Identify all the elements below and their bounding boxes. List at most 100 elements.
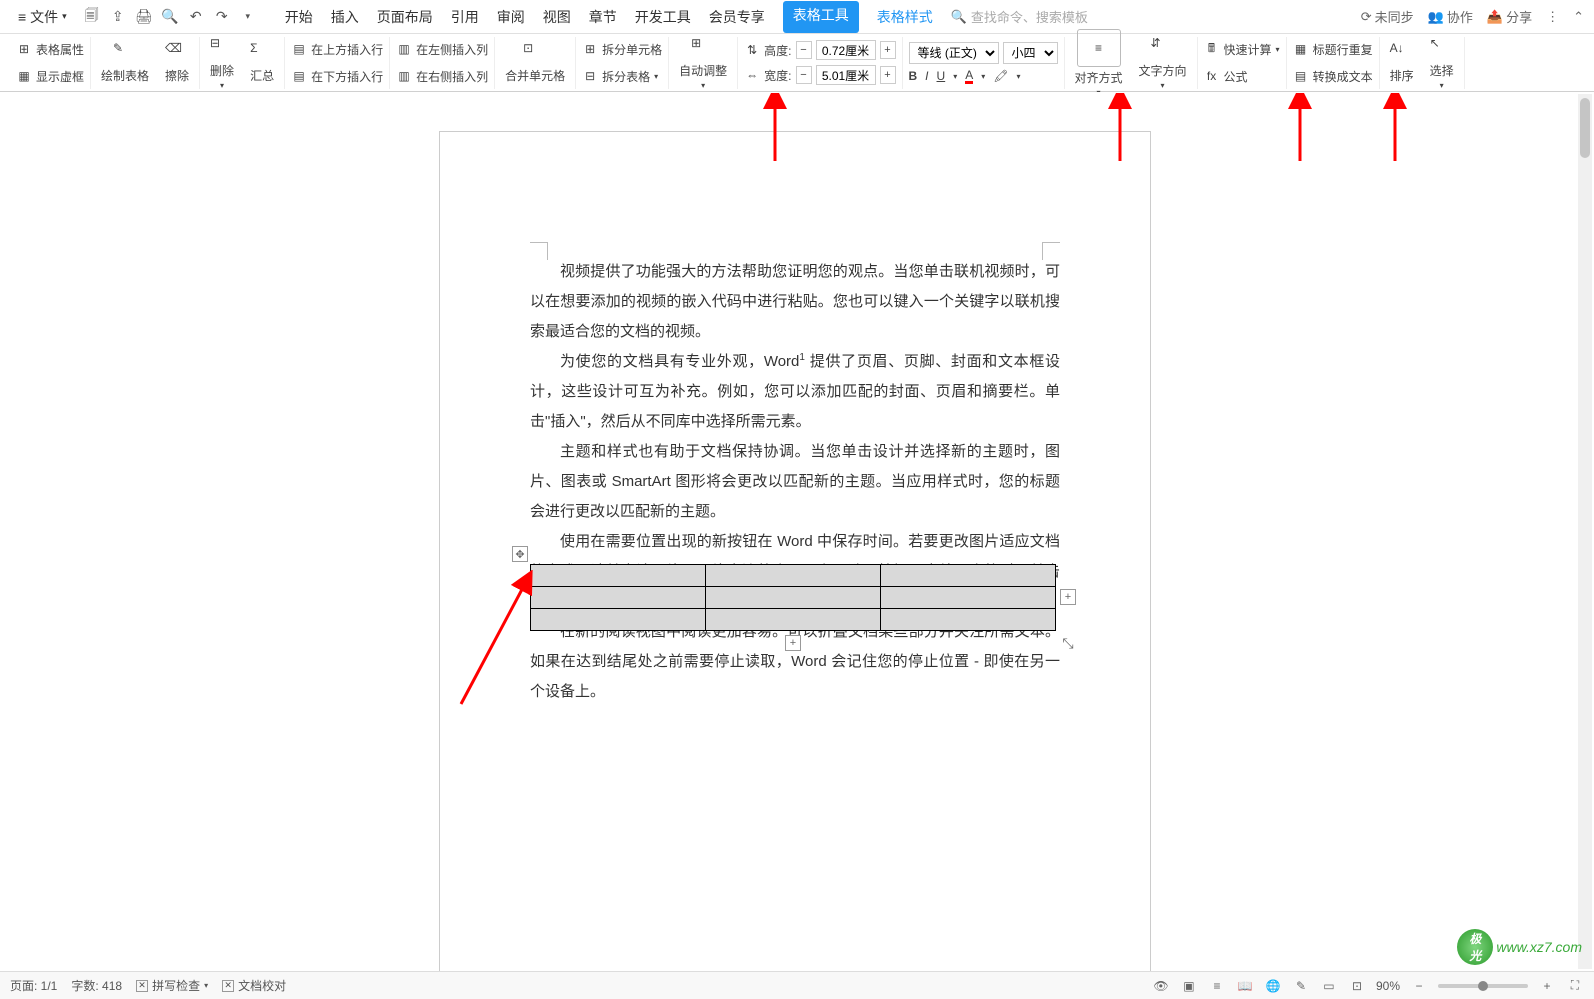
- table-resize-handle[interactable]: ⤡: [1060, 635, 1076, 651]
- search-input[interactable]: 🔍 查找命令、搜索模板: [951, 7, 1088, 26]
- file-menu[interactable]: ≡ 文件 ▾: [10, 7, 75, 27]
- zoom-thumb[interactable]: [1478, 981, 1488, 991]
- zoom-value[interactable]: 90%: [1376, 979, 1400, 993]
- print-icon[interactable]: 🖨: [135, 8, 153, 26]
- tab-section[interactable]: 章节: [589, 1, 617, 33]
- tab-reference[interactable]: 引用: [451, 1, 479, 33]
- share-button[interactable]: 📤 分享: [1487, 7, 1532, 26]
- width-input[interactable]: [816, 65, 876, 85]
- col-right-icon: ▥: [396, 68, 412, 84]
- chevron-down-icon[interactable]: ▾: [239, 8, 257, 26]
- font-size-select[interactable]: 小四: [1003, 42, 1058, 64]
- tab-start[interactable]: 开始: [285, 1, 313, 33]
- collab-button[interactable]: 👥 协作: [1428, 7, 1473, 26]
- insert-col-right-button[interactable]: ▥在右侧插入列: [396, 65, 488, 87]
- insert-row-below-button[interactable]: ▤在下方插入行: [291, 65, 383, 87]
- split-cell-button[interactable]: ⊞拆分单元格: [582, 38, 662, 60]
- table-move-handle[interactable]: ✥: [512, 546, 528, 562]
- collapse-icon[interactable]: ⌃: [1573, 9, 1584, 25]
- tab-insert[interactable]: 插入: [331, 1, 359, 33]
- show-border-button[interactable]: ▦显示虚框: [16, 65, 84, 87]
- export-icon[interactable]: ⇪: [109, 8, 127, 26]
- fullscreen-icon[interactable]: ⛶: [1566, 977, 1584, 995]
- proofread-toggle[interactable]: ✕文档校对: [222, 977, 286, 994]
- height-minus-button[interactable]: −: [796, 41, 812, 59]
- table-row[interactable]: [531, 609, 1056, 631]
- height-input[interactable]: [816, 40, 876, 60]
- view-web-icon[interactable]: 🌐: [1264, 977, 1282, 995]
- summary-button[interactable]: Σ汇总: [246, 41, 278, 84]
- table-add-row-handle[interactable]: +: [785, 635, 801, 651]
- formula-button[interactable]: fx公式: [1204, 65, 1280, 87]
- menu-icon: ≡: [18, 9, 26, 25]
- eye-icon[interactable]: 👁: [1152, 977, 1170, 995]
- vertical-scrollbar[interactable]: [1578, 94, 1592, 969]
- undo-icon[interactable]: ↶: [187, 8, 205, 26]
- save-icon[interactable]: 🗐: [83, 8, 101, 26]
- height-plus-button[interactable]: +: [880, 41, 896, 59]
- redo-icon[interactable]: ↷: [213, 8, 231, 26]
- table-add-col-handle[interactable]: +: [1060, 589, 1076, 605]
- view-read-icon[interactable]: 📖: [1236, 977, 1254, 995]
- tab-layout[interactable]: 页面布局: [377, 1, 433, 33]
- tool-icon[interactable]: ✎: [1292, 977, 1310, 995]
- underline-button[interactable]: U: [937, 69, 946, 83]
- view-page-icon[interactable]: ▣: [1180, 977, 1198, 995]
- tab-table-tools[interactable]: 表格工具: [783, 1, 859, 33]
- eraser-button[interactable]: ⌫擦除: [161, 41, 193, 84]
- select-button[interactable]: ↖选择▾: [1426, 36, 1458, 90]
- font-color-button[interactable]: A: [965, 69, 973, 84]
- fit-icon[interactable]: ▭: [1320, 977, 1338, 995]
- document-table[interactable]: [530, 564, 1056, 631]
- quick-calc-button[interactable]: 🖩快速计算▾: [1204, 38, 1280, 60]
- insert-row-above-button[interactable]: ▤在上方插入行: [291, 38, 383, 60]
- delete-button[interactable]: ⊟删除▾: [206, 36, 238, 90]
- table-properties-button[interactable]: ⊞表格属性: [16, 38, 84, 60]
- paragraph[interactable]: 主题和样式也有助于文档保持协调。当您单击设计并选择新的主题时，图片、图表或 Sm…: [530, 437, 1060, 527]
- more-icon[interactable]: ⋮: [1546, 9, 1559, 25]
- split-cell-icon: ⊞: [582, 41, 598, 57]
- paragraph[interactable]: 为使您的文档具有专业外观，Word1 提供了页眉、页脚、封面和文本框设计，这些设…: [530, 347, 1060, 437]
- width-minus-button[interactable]: −: [796, 66, 812, 84]
- table-row[interactable]: [531, 565, 1056, 587]
- insert-col-left-button[interactable]: ▥在左侧插入列: [396, 38, 488, 60]
- text-direction-button[interactable]: ⇵文字方向▾: [1135, 36, 1191, 90]
- header-repeat-button[interactable]: ▦标题行重复: [1293, 38, 1373, 60]
- auto-adjust-button[interactable]: ⊞自动调整▾: [675, 36, 731, 90]
- merge-cells-button[interactable]: ⊡合并单元格: [501, 41, 569, 84]
- split-table-button[interactable]: ⊟拆分表格▾: [582, 65, 662, 87]
- page-indicator[interactable]: 页面: 1/1: [10, 977, 57, 994]
- width-plus-button[interactable]: +: [880, 66, 896, 84]
- italic-button[interactable]: I: [925, 69, 928, 83]
- table-props-icon: ⊞: [16, 41, 32, 57]
- scrollbar-thumb[interactable]: [1580, 98, 1590, 158]
- view-outline-icon[interactable]: ≡: [1208, 977, 1226, 995]
- unsync-status[interactable]: ⟳ 未同步: [1361, 7, 1414, 26]
- spellcheck-toggle[interactable]: ✕拼写检查▾: [136, 977, 208, 994]
- tab-view[interactable]: 视图: [543, 1, 571, 33]
- paragraph[interactable]: 视频提供了功能强大的方法帮助您证明您的观点。当您单击联机视频时，可以在想要添加的…: [530, 257, 1060, 347]
- highlight-button[interactable]: 🖍: [993, 69, 1008, 83]
- tab-review[interactable]: 审阅: [497, 1, 525, 33]
- height-label: 高度:: [764, 42, 791, 59]
- tab-table-style[interactable]: 表格样式: [877, 1, 933, 33]
- zoom-plus-button[interactable]: +: [1538, 977, 1556, 995]
- tab-devtools[interactable]: 开发工具: [635, 1, 691, 33]
- zoom-out-icon[interactable]: ⊡: [1348, 977, 1366, 995]
- font-name-select[interactable]: 等线 (正文): [909, 42, 999, 64]
- draw-table-button[interactable]: ✎绘制表格: [97, 41, 153, 84]
- table-row[interactable]: [531, 587, 1056, 609]
- sort-button[interactable]: A↓排序: [1386, 41, 1418, 84]
- search-icon: 🔍: [951, 9, 967, 25]
- alignment-button[interactable]: ≡ 对齐方式▾: [1071, 29, 1127, 97]
- word-count[interactable]: 字数: 418: [71, 977, 122, 994]
- zoom-slider[interactable]: [1438, 984, 1528, 988]
- tab-member[interactable]: 会员专享: [709, 1, 765, 33]
- delete-icon: ⊟: [210, 36, 234, 60]
- zoom-minus-button[interactable]: −: [1410, 977, 1428, 995]
- convert-to-text-button[interactable]: ▤转换成文本: [1293, 65, 1373, 87]
- watermark-badge: 极光: [1457, 929, 1493, 965]
- preview-icon[interactable]: 🔍: [161, 8, 179, 26]
- bold-button[interactable]: B: [909, 69, 918, 83]
- width-label: 宽度:: [764, 67, 791, 84]
